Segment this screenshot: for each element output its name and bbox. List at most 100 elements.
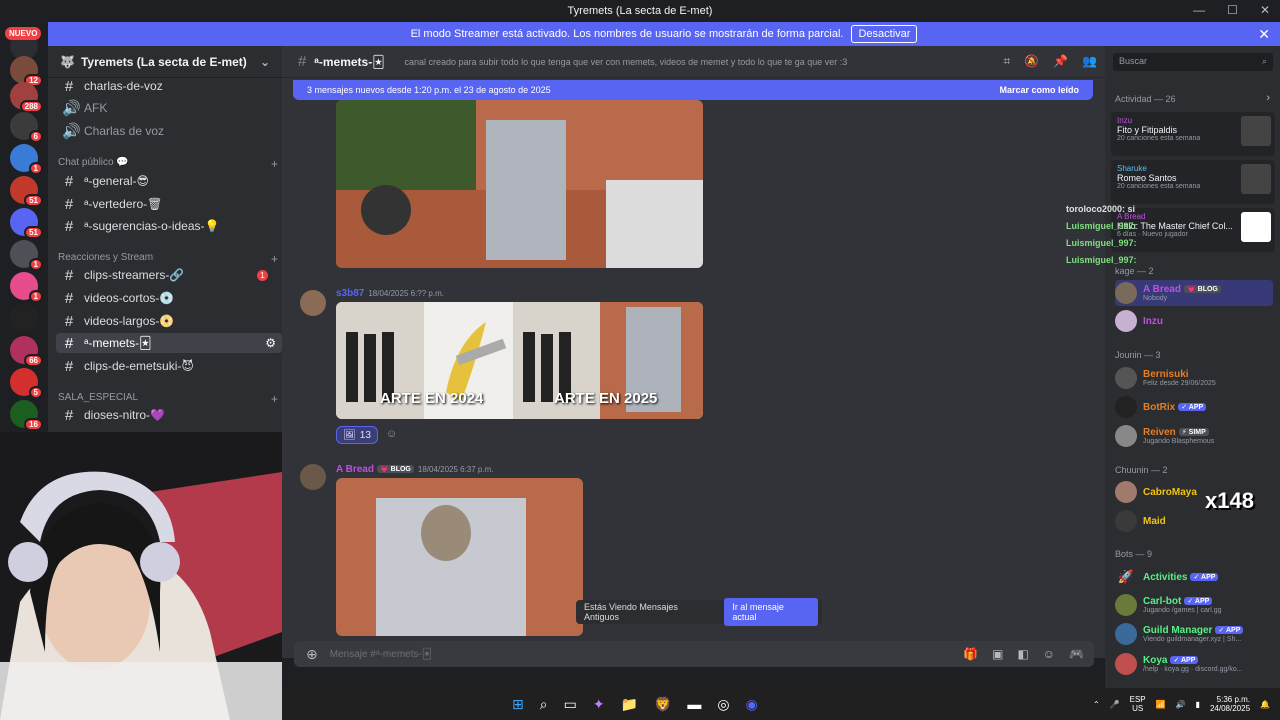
message-author[interactable]: s3b87 18/04/2025 6:?? p.m. — [336, 288, 444, 299]
message-image[interactable] — [336, 478, 583, 636]
mute-bell-icon[interactable]: 🔕 — [1024, 54, 1039, 69]
file-explorer-icon[interactable]: 📁 — [621, 696, 638, 713]
member-item[interactable]: A Bread 💗 BLOG Nobody — [1115, 280, 1273, 306]
brave-browser-icon[interactable]: 🦁 — [654, 696, 671, 713]
microphone-icon[interactable]: 🎤 — [1110, 700, 1120, 709]
message-image[interactable]: ARTE EN 2024 ARTE EN 2025 — [336, 302, 703, 419]
language-indicator[interactable]: ESP US — [1130, 695, 1146, 713]
chevron-down-icon[interactable]: ⌄ — [260, 55, 270, 69]
clock[interactable]: 5:36 p.m. 24/08/2025 — [1210, 695, 1250, 713]
category-public[interactable]: Chat público 💬 + — [58, 157, 278, 171]
category-special[interactable]: SALA_ESPECIAL + — [58, 392, 278, 406]
channel-clips-emetsuki[interactable]: # clips-de-emetsuki-😈 — [56, 356, 282, 376]
channel-vertedero[interactable]: # ᵃ-vertedero-🗑 — [56, 194, 282, 214]
deactivate-button[interactable]: Desactivar — [851, 25, 918, 43]
terminal-icon[interactable]: ▬ — [687, 696, 701, 713]
channel-videos-largos[interactable]: # videos-largos-📀 — [56, 311, 282, 331]
server-icon[interactable]: 5 — [10, 368, 43, 399]
channel-dioses-nitro[interactable]: # dioses-nitro-💜 — [56, 405, 282, 425]
add-channel-icon[interactable]: + — [271, 252, 278, 266]
discord-icon[interactable]: ◉ — [746, 696, 758, 713]
chat-message: : — [1133, 255, 1137, 265]
photo-tape-art — [336, 100, 703, 268]
activity-card[interactable]: Sharuke Romeo Santos 20 canciones esta s… — [1111, 160, 1275, 204]
emoji-icon[interactable]: ☺ — [1043, 647, 1055, 661]
message-image[interactable] — [336, 100, 703, 268]
add-reaction-icon[interactable]: ☺ — [386, 428, 397, 440]
close-icon[interactable]: ✕ — [1258, 26, 1270, 43]
avatar[interactable] — [300, 464, 326, 490]
volume-icon[interactable]: 🔊 — [1176, 700, 1186, 709]
server-icon[interactable]: 66 — [10, 336, 43, 367]
chevron-right-icon[interactable]: › — [1266, 92, 1270, 104]
member-item[interactable]: Inzu — [1115, 308, 1163, 334]
new-messages-bar[interactable]: 3 mensajes nuevos desde 1:20 p.m. el 23 … — [293, 80, 1093, 100]
pin-icon[interactable]: 📌 — [1053, 54, 1068, 69]
message-composer[interactable]: ⊕ Mensaje #ᵃ-memets-🃏 🎁 ▣ ◧ ☺ 🎮 — [294, 641, 1094, 667]
author-name[interactable]: A Bread — [336, 464, 374, 475]
sticker-icon[interactable]: ◧ — [1017, 647, 1028, 661]
server-icon[interactable]: 51 — [10, 176, 43, 207]
mark-as-read-button[interactable]: Marcar como leído — [999, 85, 1079, 95]
member-item[interactable]: Carl-bot ✓ APP Jugando /games | carl.gg — [1115, 592, 1221, 618]
windows-start-icon[interactable]: ⊞ — [512, 696, 524, 713]
settings-gear-icon[interactable]: ⚙ — [265, 336, 276, 350]
server-icon[interactable]: 6 — [10, 112, 43, 143]
server-icon[interactable]: 51 — [10, 208, 43, 239]
message-author[interactable]: A Bread 💗 BLOG 18/04/2025 6:37 p.m. — [336, 464, 494, 475]
battery-icon[interactable]: ▮ — [1196, 700, 1200, 709]
message-input[interactable]: Mensaje #ᵃ-memets-🃏 — [330, 649, 432, 660]
member-item[interactable]: BotRix ✓ APP — [1115, 394, 1207, 420]
channel-memets[interactable]: # ᵃ-memets-🃏 ⚙ — [56, 333, 282, 353]
add-channel-icon[interactable]: + — [271, 392, 278, 406]
server-icon[interactable]: 16 — [10, 400, 43, 431]
member-item[interactable]: 🚀 Activities ✓ APP — [1115, 564, 1219, 590]
chevron-up-icon[interactable]: ⌃ — [1093, 700, 1100, 709]
server-icon[interactable]: 12 — [10, 56, 43, 87]
server-icon[interactable]: 1 — [10, 144, 43, 175]
reaction-chip[interactable]: 🖼 13 — [336, 426, 378, 444]
maximize-button[interactable]: ☐ — [1227, 3, 1238, 17]
member-list-icon[interactable]: 👥 — [1082, 54, 1097, 69]
steam-icon[interactable]: ◎ — [717, 696, 729, 713]
activity-card[interactable]: Inzu Fito y Fitipaldis 20 canciones esta… — [1111, 112, 1275, 156]
search-input[interactable]: Buscar ⌕ — [1113, 53, 1273, 71]
channel-voice[interactable]: # charlas-de-voz — [56, 76, 282, 96]
minimize-button[interactable]: — — [1193, 3, 1205, 17]
server-icon[interactable] — [10, 304, 38, 332]
add-attachment-icon[interactable]: ⊕ — [306, 646, 318, 663]
close-window-button[interactable]: ✕ — [1260, 3, 1270, 17]
copilot-icon[interactable]: ✦ — [593, 696, 605, 713]
search-icon[interactable]: ⌕ — [540, 696, 548, 713]
member-item[interactable]: CabroMaya — [1115, 479, 1197, 505]
threads-icon[interactable]: ⌗ — [1003, 54, 1010, 69]
gift-icon[interactable]: 🎁 — [963, 647, 978, 661]
jump-to-present-button[interactable]: Ir al mensaje actual — [724, 598, 818, 626]
member-item[interactable]: Koya ✓ APP/help · koya.gg · discord.gg/ko… — [1115, 651, 1243, 677]
member-item[interactable]: Maid — [1115, 508, 1166, 534]
gif-icon[interactable]: ▣ — [992, 647, 1003, 661]
channel-afk[interactable]: 🔊 AFK — [56, 98, 282, 118]
member-item[interactable]: Bernisuki Feliz desde 29/06/2025 — [1115, 365, 1216, 391]
channel-general[interactable]: # ᵃ-general-😎 — [56, 171, 282, 191]
author-name[interactable]: s3b87 — [336, 288, 364, 299]
server-icon[interactable]: 1 — [10, 240, 43, 271]
wifi-icon[interactable]: 📶 — [1156, 700, 1166, 709]
notification-icon[interactable]: 🔔 — [1260, 700, 1270, 709]
hash-icon: # — [64, 172, 74, 190]
channel-clips-streamers[interactable]: # clips-streamers-🔗 — [56, 265, 282, 285]
channel-videos-cortos[interactable]: # videos-cortos-💿 — [56, 288, 282, 308]
member-item[interactable]: Reiven ⚡ SIMP Jugando Blasphemous — [1115, 423, 1214, 449]
add-channel-icon[interactable]: + — [271, 157, 278, 171]
channel-topic[interactable]: canal creado para subir todo lo que teng… — [405, 57, 848, 67]
activities-icon[interactable]: 🎮 — [1069, 647, 1084, 661]
avatar[interactable] — [300, 290, 326, 316]
task-view-icon[interactable]: ▭ — [564, 696, 577, 713]
server-icon[interactable]: 288 — [10, 82, 43, 113]
category-reactions[interactable]: Reacciones y Stream + — [58, 252, 278, 266]
server-icon[interactable]: 1 — [10, 272, 43, 303]
channel-sugerencias[interactable]: # ᵃ-sugerencias-o-ideas-💡 — [56, 216, 282, 236]
server-header[interactable]: 🐺 Tyremets (La secta de E-met) ⌄ — [48, 46, 282, 78]
member-item[interactable]: Guild Manager ✓ APP Viendo guildmanager.xy… — [1115, 621, 1244, 647]
channel-voice-chat[interactable]: 🔊 Charlas de voz — [56, 121, 282, 141]
